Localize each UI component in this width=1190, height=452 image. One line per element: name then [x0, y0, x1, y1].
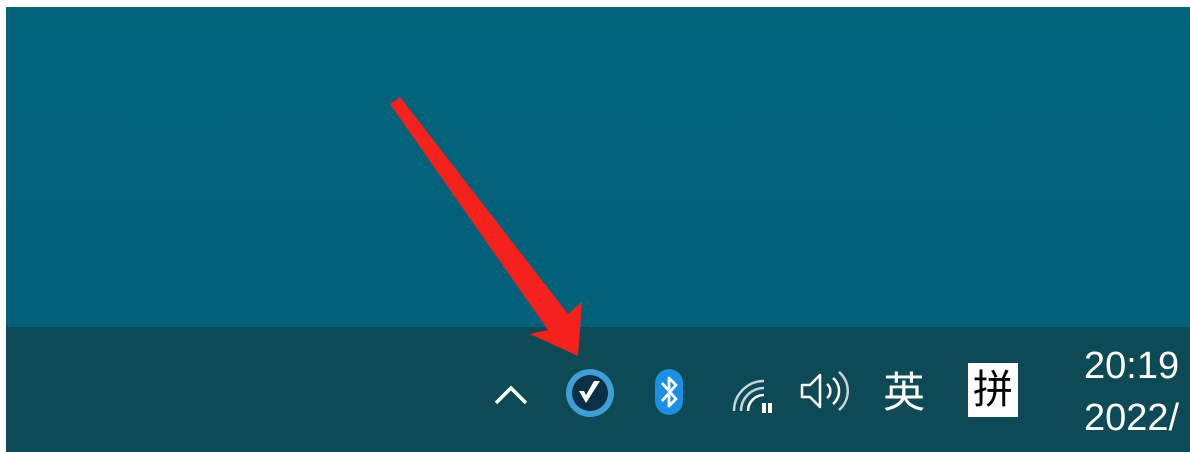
screen: 英 拼 20:19 2022/ [6, 7, 1190, 452]
chevron-up-icon [494, 385, 528, 405]
taskbar: 英 拼 20:19 2022/ [6, 327, 1190, 452]
clock-date: 2022/ [1084, 397, 1180, 439]
bluetooth-button[interactable] [646, 367, 692, 417]
network-button[interactable] [728, 375, 774, 417]
ime-language-toggle[interactable]: 英 [874, 363, 934, 423]
speaker-icon [800, 371, 849, 411]
clock[interactable]: 20:19 2022/ [1084, 341, 1190, 451]
show-hidden-icons-button[interactable] [490, 375, 532, 411]
tray-app-button[interactable] [564, 367, 616, 419]
clock-time: 20:19 [1084, 345, 1180, 387]
wifi-icon [732, 379, 772, 413]
desktop-background [6, 7, 1190, 327]
checkmark-app-icon [566, 369, 614, 417]
volume-button[interactable] [796, 367, 852, 415]
ime-mode-button[interactable]: 拼 [968, 363, 1018, 417]
bluetooth-icon [655, 369, 683, 415]
